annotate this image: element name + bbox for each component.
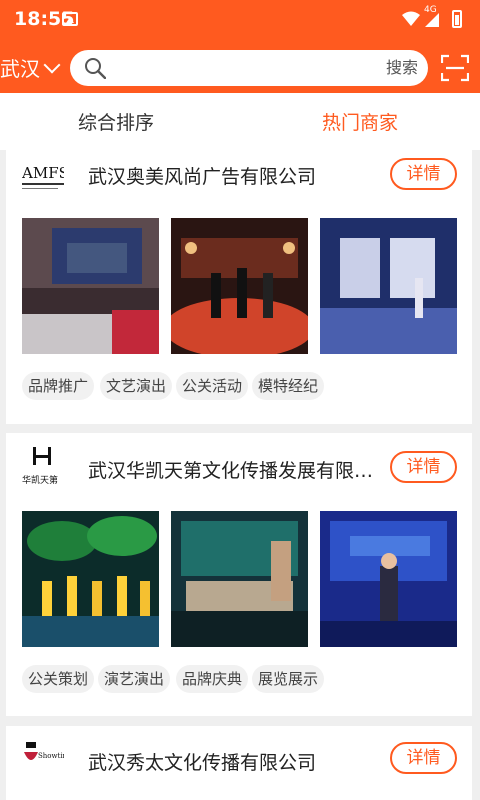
detail-button[interactable]: 详情 (390, 158, 457, 190)
business-name: 武汉秀太文化传播有限公司 (88, 752, 317, 774)
business-photo[interactable] (22, 218, 159, 354)
search-button[interactable]: 搜索 (386, 50, 418, 86)
category-tag[interactable]: 品牌庆典 (176, 665, 249, 693)
scan-icon[interactable] (441, 54, 469, 82)
category-tag[interactable]: 展览展示 (252, 665, 325, 693)
category-tag[interactable]: 品牌推广 (22, 372, 95, 400)
detail-button[interactable]: 详情 (390, 451, 457, 483)
business-card[interactable]: 华凯天第 武汉华凯天第文化传播发展有限公司 详情 公关策划 演艺演出 品牌庆典 … (6, 433, 472, 716)
category-tag[interactable]: 公关策划 (22, 665, 95, 693)
logo-text: AMFS (22, 164, 64, 182)
city-selector[interactable]: 武汉 (0, 56, 61, 82)
category-tag[interactable]: 模特经纪 (252, 372, 325, 400)
category-tag[interactable]: 文艺演出 (100, 372, 173, 400)
chevron-down-icon (43, 56, 61, 74)
category-tag[interactable]: 演艺演出 (98, 665, 171, 693)
business-name: 武汉奥美风尚广告有限公司 (88, 166, 317, 188)
status-bar: 18:55 4G (0, 0, 480, 40)
wifi-icon (402, 11, 420, 26)
business-name: 武汉华凯天第文化传播发展有限公司 (88, 460, 388, 482)
detail-button[interactable]: 详情 (390, 742, 457, 774)
search-input[interactable] (114, 56, 364, 80)
business-card[interactable]: AMFS 武汉奥美风尚广告有限公司 详情 品牌推广 文艺演出 公关活动 模特经纪 (6, 150, 472, 424)
tab-comprehensive-sort[interactable]: 综合排序 (78, 93, 154, 150)
business-logo: 华凯天第 (22, 445, 64, 487)
logo-text: Showtime (38, 752, 64, 760)
battery-icon (452, 10, 462, 28)
business-photo[interactable] (320, 511, 457, 647)
logo-text: 华凯天第 (22, 474, 58, 486)
top-bar: 18:55 4G 武汉 搜索 (0, 0, 480, 93)
business-photo[interactable] (171, 511, 308, 647)
image-notification-icon (62, 12, 78, 26)
tab-hot-business[interactable]: 热门商家 (322, 93, 398, 150)
business-photo[interactable] (22, 511, 159, 647)
city-label: 武汉 (0, 57, 40, 81)
business-logo: AMFS (21, 156, 69, 198)
sort-tabs: 综合排序 热门商家 (0, 93, 480, 150)
business-logo: Showtime (22, 738, 73, 780)
search-box[interactable]: 搜索 (70, 50, 428, 86)
signal-icon (425, 13, 439, 27)
business-photo[interactable] (320, 218, 457, 354)
business-card[interactable]: Showtime 武汉秀太文化传播有限公司 详情 (6, 726, 472, 800)
category-tag[interactable]: 公关活动 (176, 372, 249, 400)
business-photo[interactable] (171, 218, 308, 354)
search-icon (85, 58, 106, 79)
